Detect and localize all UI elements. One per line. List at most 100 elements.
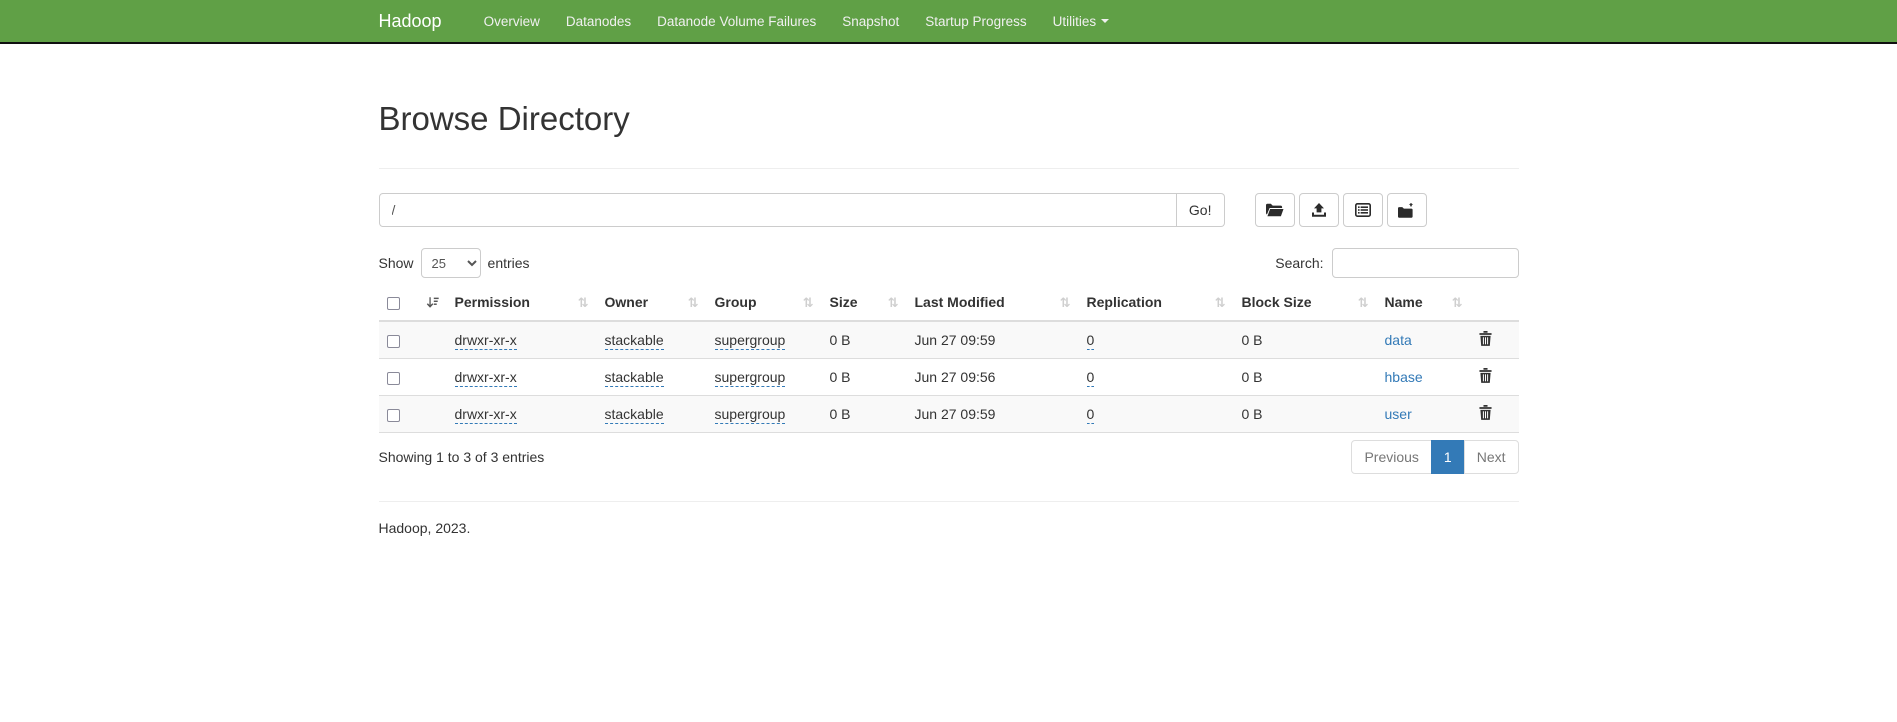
table-controls: Show 25 entries Search: bbox=[379, 248, 1519, 278]
column-label: Owner bbox=[605, 294, 649, 310]
table-search: Search: bbox=[1275, 248, 1518, 278]
nav-item-overview[interactable]: Overview bbox=[471, 0, 553, 42]
replication-editable[interactable]: 0 bbox=[1087, 369, 1095, 387]
cut-selected-button[interactable] bbox=[1343, 193, 1383, 227]
group-editable[interactable]: supergroup bbox=[715, 406, 786, 424]
paste-button[interactable] bbox=[1387, 193, 1427, 227]
page-header: Browse Directory bbox=[379, 100, 1519, 169]
navbar: Hadoop Overview Datanodes Datanode Volum… bbox=[0, 0, 1897, 44]
nav-item-utilities-dropdown[interactable]: Utilities bbox=[1040, 0, 1123, 42]
path-input-group: Go! bbox=[379, 193, 1225, 227]
column-header-last-modified[interactable]: Last Modified ⇅ bbox=[907, 286, 1079, 321]
column-header-group[interactable]: Group ⇅ bbox=[707, 286, 822, 321]
entries-label: entries bbox=[488, 255, 530, 271]
file-toolbar bbox=[1255, 193, 1431, 227]
sort-both-icon: ⇅ bbox=[578, 294, 589, 312]
last-modified-cell: Jun 27 09:56 bbox=[907, 359, 1079, 396]
table-row: drwxr-xr-x stackable supergroup 0 B Jun … bbox=[379, 321, 1519, 359]
delete-button[interactable] bbox=[1479, 368, 1492, 386]
column-header-permission[interactable]: Permission ⇅ bbox=[447, 286, 597, 321]
pagination-page-1-button[interactable]: 1 bbox=[1431, 440, 1465, 474]
create-directory-button[interactable] bbox=[1255, 193, 1295, 227]
column-header-actions bbox=[1471, 286, 1519, 321]
group-editable[interactable]: supergroup bbox=[715, 369, 786, 387]
sort-both-icon: ⇅ bbox=[1452, 294, 1463, 312]
page-title: Browse Directory bbox=[379, 100, 1519, 138]
entries-info: Showing 1 to 3 of 3 entries bbox=[379, 449, 545, 465]
select-all-checkbox[interactable] bbox=[387, 297, 400, 310]
column-header-block-size[interactable]: Block Size ⇅ bbox=[1234, 286, 1377, 321]
trash-icon bbox=[1479, 371, 1492, 386]
page-length-control: Show 25 entries bbox=[379, 248, 530, 278]
size-cell: 0 B bbox=[822, 359, 907, 396]
nav-item-datanode-volume-failures[interactable]: Datanode Volume Failures bbox=[644, 0, 829, 42]
directory-link[interactable]: user bbox=[1385, 406, 1412, 422]
permission-editable[interactable]: drwxr-xr-x bbox=[455, 332, 517, 350]
last-modified-cell: Jun 27 09:59 bbox=[907, 396, 1079, 433]
pagination-previous-button[interactable]: Previous bbox=[1351, 440, 1431, 474]
block-size-cell: 0 B bbox=[1234, 396, 1377, 433]
upload-files-button[interactable] bbox=[1299, 193, 1339, 227]
column-header-owner[interactable]: Owner ⇅ bbox=[597, 286, 707, 321]
row-checkbox[interactable] bbox=[387, 409, 400, 422]
table-header-row: Permission ⇅ Owner ⇅ Group ⇅ Size ⇅ Last… bbox=[379, 286, 1519, 321]
block-size-cell: 0 B bbox=[1234, 359, 1377, 396]
permission-editable[interactable]: drwxr-xr-x bbox=[455, 406, 517, 424]
go-button[interactable]: Go! bbox=[1177, 193, 1225, 227]
column-label: Name bbox=[1385, 294, 1423, 310]
delete-button[interactable] bbox=[1479, 331, 1492, 349]
column-label: Last Modified bbox=[915, 294, 1005, 310]
pagination: Previous 1 Next bbox=[1351, 440, 1518, 474]
group-editable[interactable]: supergroup bbox=[715, 332, 786, 350]
column-label: Permission bbox=[455, 294, 530, 310]
sort-ascending-icon bbox=[426, 296, 439, 312]
search-label: Search: bbox=[1275, 255, 1323, 271]
delete-button[interactable] bbox=[1479, 405, 1492, 423]
replication-editable[interactable]: 0 bbox=[1087, 332, 1095, 350]
column-label: Size bbox=[830, 294, 858, 310]
path-bar: Go! bbox=[379, 193, 1519, 227]
upload-icon bbox=[1311, 203, 1327, 218]
permission-editable[interactable]: drwxr-xr-x bbox=[455, 369, 517, 387]
owner-editable[interactable]: stackable bbox=[605, 332, 664, 350]
directory-link[interactable]: data bbox=[1385, 332, 1412, 348]
nav-item-startup-progress[interactable]: Startup Progress bbox=[912, 0, 1039, 42]
column-header-name[interactable]: Name ⇅ bbox=[1377, 286, 1471, 321]
last-modified-cell: Jun 27 09:59 bbox=[907, 321, 1079, 359]
sort-both-icon: ⇅ bbox=[1215, 294, 1226, 312]
nav-item-datanodes[interactable]: Datanodes bbox=[553, 0, 644, 42]
sort-both-icon: ⇅ bbox=[888, 294, 899, 312]
list-alt-icon bbox=[1355, 203, 1371, 217]
select-all-header[interactable] bbox=[379, 286, 447, 321]
table-footer: Showing 1 to 3 of 3 entries Previous 1 N… bbox=[379, 440, 1519, 474]
footer-divider bbox=[379, 501, 1519, 502]
caret-down-icon bbox=[1101, 19, 1109, 23]
size-cell: 0 B bbox=[822, 321, 907, 359]
column-label: Group bbox=[715, 294, 757, 310]
nav-item-snapshot[interactable]: Snapshot bbox=[829, 0, 912, 42]
column-header-replication[interactable]: Replication ⇅ bbox=[1079, 286, 1234, 321]
owner-editable[interactable]: stackable bbox=[605, 369, 664, 387]
page-length-select[interactable]: 25 bbox=[421, 248, 481, 278]
trash-icon bbox=[1479, 334, 1492, 349]
directory-table: Permission ⇅ Owner ⇅ Group ⇅ Size ⇅ Last… bbox=[379, 286, 1519, 433]
column-header-size[interactable]: Size ⇅ bbox=[822, 286, 907, 321]
site-footer-text: Hadoop, 2023. bbox=[379, 520, 1519, 536]
trash-icon bbox=[1479, 408, 1492, 423]
folder-arrow-icon bbox=[1398, 203, 1415, 218]
sort-both-icon: ⇅ bbox=[688, 294, 699, 312]
block-size-cell: 0 B bbox=[1234, 321, 1377, 359]
directory-path-input[interactable] bbox=[379, 193, 1177, 227]
directory-link[interactable]: hbase bbox=[1385, 369, 1423, 385]
replication-editable[interactable]: 0 bbox=[1087, 406, 1095, 424]
search-input[interactable] bbox=[1332, 248, 1519, 278]
navbar-brand[interactable]: Hadoop bbox=[379, 11, 457, 32]
row-checkbox[interactable] bbox=[387, 335, 400, 348]
folder-open-icon bbox=[1266, 203, 1284, 218]
owner-editable[interactable]: stackable bbox=[605, 406, 664, 424]
sort-both-icon: ⇅ bbox=[1060, 294, 1071, 312]
pagination-next-button[interactable]: Next bbox=[1464, 440, 1519, 474]
sort-both-icon: ⇅ bbox=[1358, 294, 1369, 312]
sort-both-icon: ⇅ bbox=[803, 294, 814, 312]
row-checkbox[interactable] bbox=[387, 372, 400, 385]
